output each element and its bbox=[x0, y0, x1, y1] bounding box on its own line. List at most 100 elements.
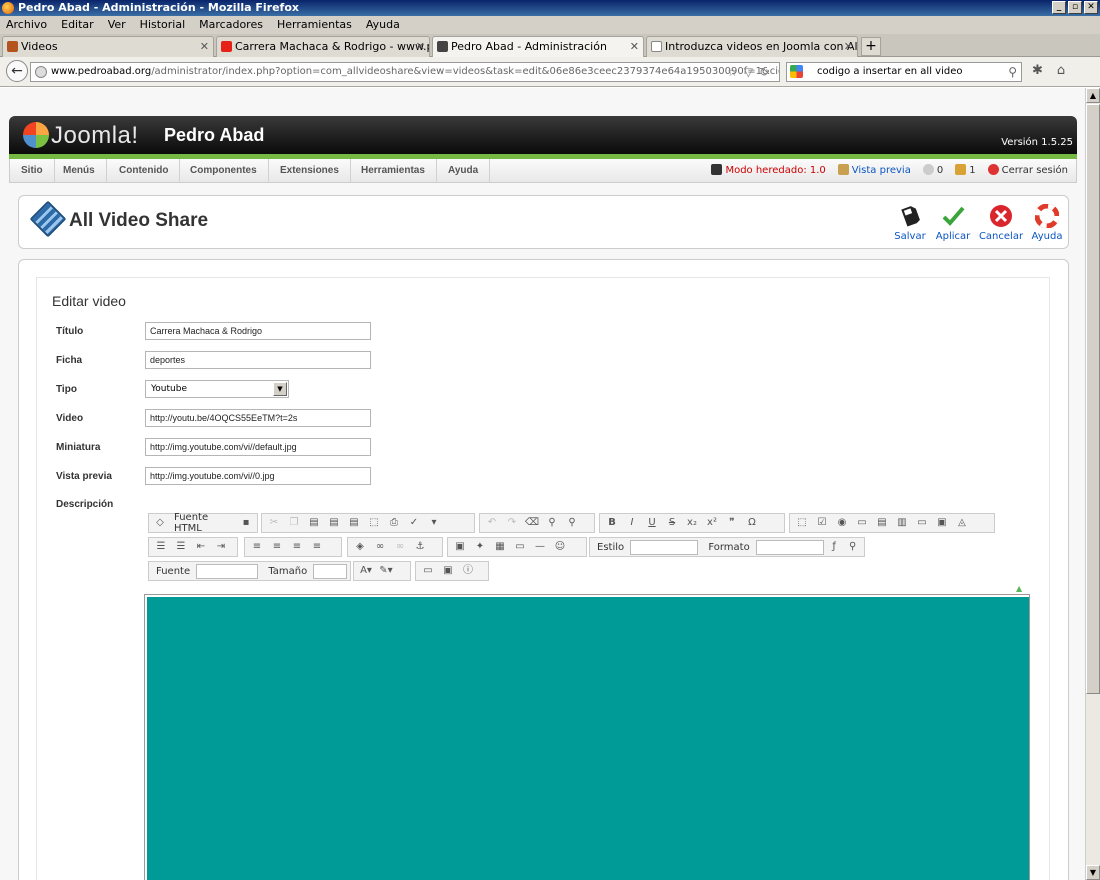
button-icon[interactable]: ▭ bbox=[913, 515, 931, 531]
menu-ayuda[interactable]: Ayuda bbox=[437, 159, 491, 183]
superscript-icon[interactable]: x² bbox=[703, 515, 721, 531]
reload-icon[interactable]: ↻ bbox=[759, 65, 775, 79]
minimize-button[interactable]: _ bbox=[1052, 1, 1066, 14]
menu-ayuda[interactable]: Ayuda bbox=[366, 16, 400, 34]
description-editor[interactable] bbox=[144, 594, 1030, 880]
unlink-icon[interactable]: ∞ bbox=[391, 539, 409, 555]
cut-icon[interactable]: ✂ bbox=[265, 515, 283, 531]
save-icon[interactable]: ▪ bbox=[238, 515, 254, 531]
underline-icon[interactable]: U bbox=[643, 515, 661, 531]
image-icon[interactable]: ▣ bbox=[451, 539, 469, 555]
undo-icon[interactable]: ↶ bbox=[483, 515, 501, 531]
flash-icon[interactable]: ◈ bbox=[351, 539, 369, 555]
titulo-input[interactable]: Carrera Machaca & Rodrigo bbox=[145, 322, 371, 340]
spellcheck-icon[interactable]: ✓ bbox=[405, 515, 423, 531]
link-icon[interactable]: ∞ bbox=[371, 539, 389, 555]
subscript-icon[interactable]: x₂ bbox=[683, 515, 701, 531]
blockquote-icon[interactable]: ❞ bbox=[723, 515, 741, 531]
tipo-select[interactable]: Youtube ▼ bbox=[145, 380, 289, 398]
align-justify-icon[interactable]: ≡ bbox=[308, 539, 326, 555]
select-field-icon[interactable]: ▥ bbox=[893, 515, 911, 531]
checkbox-icon[interactable]: ☑ bbox=[813, 515, 831, 531]
anchor-icon[interactable]: ⚓ bbox=[411, 539, 429, 555]
radio-icon[interactable]: ◉ bbox=[833, 515, 851, 531]
bold-icon[interactable]: B bbox=[603, 515, 621, 531]
size-select[interactable] bbox=[313, 563, 347, 579]
search-bar[interactable]: codigo a insertar en all video ⚲ bbox=[786, 62, 1022, 82]
paste-text-icon[interactable]: ▤ bbox=[325, 515, 343, 531]
indent-icon[interactable]: ⇥ bbox=[212, 539, 230, 555]
text-color-icon[interactable]: A▾ bbox=[357, 563, 375, 579]
align-right-icon[interactable]: ≡ bbox=[288, 539, 306, 555]
page-scrollbar[interactable]: ▲ ▼ bbox=[1085, 88, 1100, 880]
format-select[interactable] bbox=[755, 539, 824, 555]
horizontal-rule-icon[interactable]: — bbox=[531, 539, 549, 555]
google-icon[interactable] bbox=[790, 65, 803, 78]
spellcheck-menu-icon[interactable]: ▾ bbox=[425, 515, 443, 531]
align-left-icon[interactable]: ≡ bbox=[248, 539, 266, 555]
replace-icon[interactable]: ⚲ bbox=[563, 515, 581, 531]
style-select[interactable] bbox=[630, 539, 699, 555]
textfield-icon[interactable]: ▭ bbox=[853, 515, 871, 531]
menu-editar[interactable]: Editar bbox=[61, 16, 94, 34]
align-center-icon[interactable]: ≡ bbox=[268, 539, 286, 555]
collapse-toolbar-icon[interactable]: ▲ bbox=[1016, 584, 1022, 593]
menu-ver[interactable]: Ver bbox=[108, 16, 126, 34]
dropdown-icon[interactable]: ▽ bbox=[744, 65, 759, 79]
scroll-up-arrow-icon[interactable]: ▲ bbox=[1086, 88, 1100, 103]
tab-admin[interactable]: Pedro Abad - Administración ✕ bbox=[432, 36, 644, 58]
messages-count[interactable]: 0 bbox=[922, 159, 943, 183]
menu-contenido[interactable]: Contenido bbox=[108, 159, 181, 183]
preview-link[interactable]: Vista previa bbox=[837, 159, 911, 183]
find-icon[interactable]: ⚲ bbox=[543, 515, 561, 531]
print-icon[interactable]: ⎙ bbox=[385, 515, 403, 531]
menu-menus[interactable]: Menús bbox=[52, 159, 107, 183]
menu-marcadores[interactable]: Marcadores bbox=[199, 16, 263, 34]
paste-word-icon[interactable]: ▤ bbox=[345, 515, 363, 531]
menu-herramientas[interactable]: Herramientas bbox=[350, 159, 437, 183]
strikethrough-icon[interactable]: S bbox=[663, 515, 681, 531]
menu-archivo[interactable]: Archivo bbox=[6, 16, 47, 34]
chevron-down-icon[interactable]: ▼ bbox=[273, 382, 287, 396]
table-icon[interactable]: ▦ bbox=[491, 539, 509, 555]
close-tab-icon[interactable]: ✕ bbox=[844, 37, 853, 56]
close-tab-icon[interactable]: ✕ bbox=[630, 37, 639, 56]
copy-icon[interactable]: ❐ bbox=[285, 515, 303, 531]
addon-icon[interactable]: ✱ bbox=[1032, 63, 1057, 78]
search-icon[interactable]: ⚲ bbox=[1008, 63, 1017, 81]
menu-herramientas[interactable]: Herramientas bbox=[277, 16, 352, 34]
page-break-icon[interactable]: ▭ bbox=[511, 539, 529, 555]
home-icon[interactable]: ⌂ bbox=[1057, 63, 1079, 78]
html-source-icon[interactable]: ◇ bbox=[152, 515, 168, 531]
textarea-icon[interactable]: ▤ bbox=[873, 515, 891, 531]
form-icon[interactable]: ⬚ bbox=[793, 515, 811, 531]
cancel-button[interactable]: Cancelar bbox=[978, 204, 1024, 242]
special-char-icon[interactable]: Ω bbox=[743, 515, 761, 531]
close-tab-icon[interactable]: ✕ bbox=[200, 37, 209, 56]
numbered-list-icon[interactable]: ☰ bbox=[152, 539, 170, 555]
maximize-icon[interactable]: ▭ bbox=[419, 563, 437, 579]
html-source-button[interactable]: Fuente HTML bbox=[170, 512, 236, 534]
paste-icon[interactable]: ▤ bbox=[305, 515, 323, 531]
zoom-icon[interactable]: ⚲ bbox=[844, 539, 861, 555]
users-count[interactable]: 1 bbox=[955, 159, 976, 183]
help-button[interactable]: Ayuda bbox=[1024, 204, 1070, 242]
redo-icon[interactable]: ↷ bbox=[503, 515, 521, 531]
eraser-icon[interactable]: ⌫ bbox=[523, 515, 541, 531]
flash-embed-icon[interactable]: ✦ bbox=[471, 539, 489, 555]
about-icon[interactable]: ⓘ bbox=[459, 563, 477, 579]
menu-historial[interactable]: Historial bbox=[140, 16, 185, 34]
smiley-icon[interactable]: ☺ bbox=[551, 539, 569, 555]
tab-allvideo[interactable]: Introduzca videos en Joomla con All-vide… bbox=[646, 36, 858, 57]
image-button-icon[interactable]: ▣ bbox=[933, 515, 951, 531]
background-color-icon[interactable]: ✎▾ bbox=[377, 563, 395, 579]
hidden-field-icon[interactable]: ◬ bbox=[953, 515, 971, 531]
menu-sitio[interactable]: Sitio bbox=[10, 159, 55, 183]
remove-format-icon[interactable]: ƒ bbox=[826, 539, 843, 555]
menu-componentes[interactable]: Componentes bbox=[179, 159, 269, 183]
close-tab-icon[interactable]: ✕ bbox=[416, 37, 425, 56]
miniatura-input[interactable]: http://img.youtube.com/vi//default.jpg bbox=[145, 438, 371, 456]
url-bar[interactable]: www.pedroabad.org/administrator/index.ph… bbox=[30, 62, 780, 82]
editor-content-block[interactable] bbox=[147, 597, 1029, 880]
video-input[interactable]: http://youtu.be/4OQCS55EeTM?t=2s bbox=[145, 409, 371, 427]
